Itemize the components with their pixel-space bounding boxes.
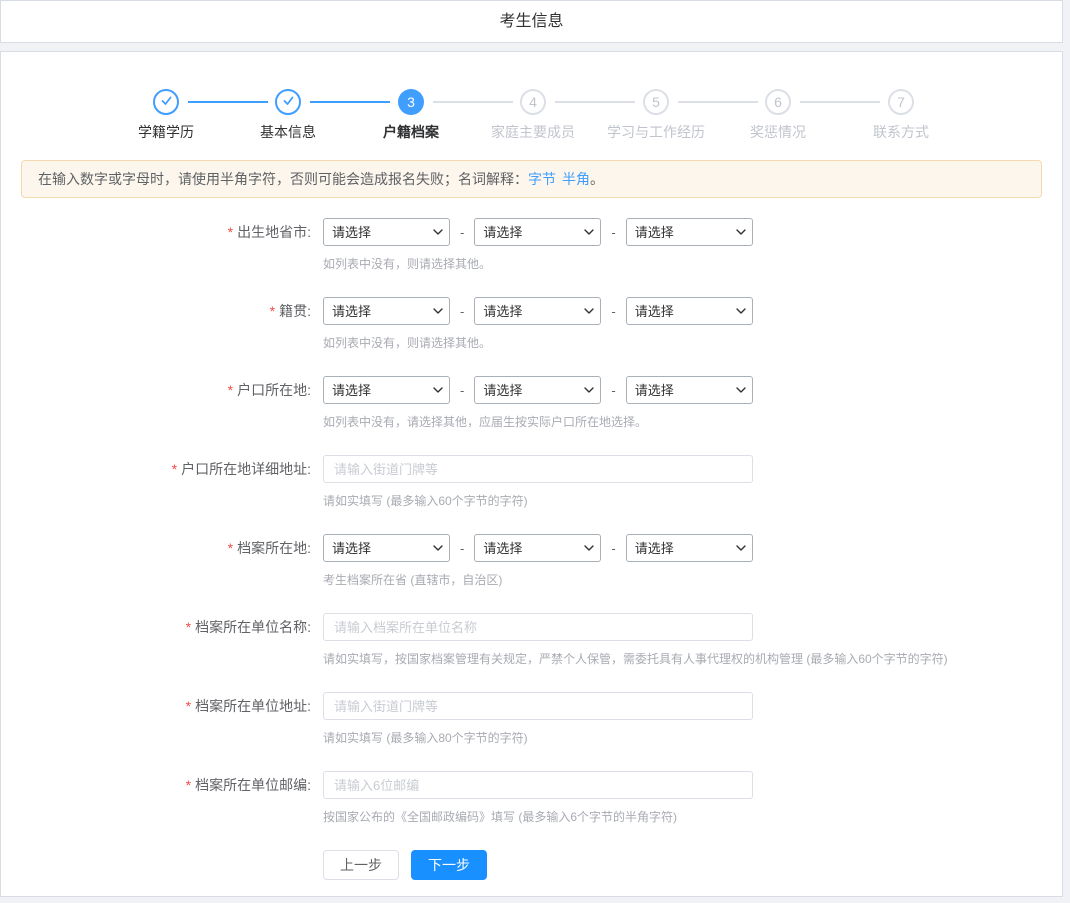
step-circle: 6 xyxy=(765,89,791,115)
separator: - xyxy=(611,541,615,556)
stepper-step-1: 学籍学历 xyxy=(104,89,228,142)
field-label: *档案所在单位地址: xyxy=(1,692,311,720)
page-header: 考生信息 xyxy=(0,0,1063,43)
separator: - xyxy=(611,304,615,319)
next-step-button[interactable]: 下一步 xyxy=(411,850,487,880)
separator: - xyxy=(460,225,464,240)
hukou-district-select[interactable]: 请选择 xyxy=(626,376,753,404)
form-row-hukou-location: *户口所在地: 请选择 - 请选择 - 请选择 如列表中没有，请选择其他，应届生… xyxy=(1,376,1062,431)
field-label: *籍贯: xyxy=(1,297,311,325)
separator: - xyxy=(460,383,464,398)
prev-step-button[interactable]: 上一步 xyxy=(323,850,399,880)
separator: - xyxy=(611,225,615,240)
form-panel: 学籍学历 基本信息 3 户籍档案 4 家庭主要成员 5 学习与工作经历 xyxy=(0,51,1063,897)
step-label: 学习与工作经历 xyxy=(594,122,718,142)
archive-province-select[interactable]: 请选择 xyxy=(323,534,450,562)
step-label: 学籍学历 xyxy=(104,122,228,142)
separator: - xyxy=(460,304,464,319)
separator: - xyxy=(611,383,615,398)
step-circle: 7 xyxy=(888,89,914,115)
field-hint: 如列表中没有，则请选择其他。 xyxy=(323,256,753,273)
field-label: *档案所在单位名称: xyxy=(1,613,311,641)
required-asterisk: * xyxy=(186,698,191,714)
form-row-native-place: *籍贯: 请选择 - 请选择 - 请选择 如列表中没有，则请选择其他。 xyxy=(1,297,1062,352)
form-actions: 上一步 下一步 xyxy=(1,850,1062,880)
field-hint: 考生档案所在省 (直辖市，自治区) xyxy=(323,572,753,589)
field-hint: 请如实填写，按国家档案管理有关规定，严禁个人保管，需委托具有人事代理权的机构管理… xyxy=(323,651,948,668)
step-connector xyxy=(800,101,880,103)
required-asterisk: * xyxy=(172,461,177,477)
step-connector xyxy=(555,101,635,103)
field-hint: 请如实填写 (最多输入60个字节的字符) xyxy=(323,493,753,510)
required-asterisk: * xyxy=(228,382,233,398)
stepper-step-7: 7 联系方式 xyxy=(839,89,963,142)
stepper-step-4: 4 家庭主要成员 xyxy=(471,89,595,142)
form-row-archive-location: *档案所在地: 请选择 - 请选择 - 请选择 考生档案所在省 (直辖市，自治区… xyxy=(1,534,1062,589)
hukou-city-select[interactable]: 请选择 xyxy=(474,376,601,404)
step-label: 奖惩情况 xyxy=(716,122,840,142)
form-row-archive-unit-name: *档案所在单位名称: 请如实填写，按国家档案管理有关规定，严禁个人保管，需委托具… xyxy=(1,613,1062,668)
archive-district-select[interactable]: 请选择 xyxy=(626,534,753,562)
check-icon xyxy=(160,94,173,110)
step-circle xyxy=(153,89,179,115)
native-place-district-select[interactable]: 请选择 xyxy=(626,297,753,325)
archive-unit-name-input[interactable] xyxy=(323,613,753,641)
field-label: *户口所在地: xyxy=(1,376,311,404)
archive-city-select[interactable]: 请选择 xyxy=(474,534,601,562)
step-circle: 3 xyxy=(398,89,424,115)
required-asterisk: * xyxy=(186,619,191,635)
page: 考生信息 学籍学历 基本信息 3 xyxy=(0,0,1070,903)
step-label: 联系方式 xyxy=(839,122,963,142)
birthplace-district-select[interactable]: 请选择 xyxy=(626,218,753,246)
stepper-step-5: 5 学习与工作经历 xyxy=(594,89,718,142)
field-hint: 请如实填写 (最多输入80个字节的字符) xyxy=(323,730,753,747)
field-hint: 如列表中没有，请选择其他，应届生按实际户口所在地选择。 xyxy=(323,414,753,431)
native-place-city-select[interactable]: 请选择 xyxy=(474,297,601,325)
birthplace-city-select[interactable]: 请选择 xyxy=(474,218,601,246)
step-connector xyxy=(188,101,268,103)
link-byte-definition[interactable]: 字节 xyxy=(528,171,556,187)
step-connector xyxy=(433,101,513,103)
stepper-step-6: 6 奖惩情况 xyxy=(716,89,840,142)
separator: - xyxy=(460,541,464,556)
stepper-step-2: 基本信息 xyxy=(226,89,350,142)
field-label: *户口所在地详细地址: xyxy=(1,455,311,483)
step-label: 户籍档案 xyxy=(349,122,473,142)
stepper-step-3-current: 3 户籍档案 xyxy=(349,89,473,142)
step-circle xyxy=(275,89,301,115)
step-circle: 5 xyxy=(643,89,669,115)
archive-postcode-input[interactable] xyxy=(323,771,753,799)
link-halfwidth-definition[interactable]: 半角 xyxy=(562,171,590,187)
birthplace-province-select[interactable]: 请选择 xyxy=(323,218,450,246)
step-connector xyxy=(310,101,390,103)
archive-unit-address-input[interactable] xyxy=(323,692,753,720)
required-asterisk: * xyxy=(228,224,233,240)
field-label: *档案所在地: xyxy=(1,534,311,562)
hukou-address-input[interactable] xyxy=(323,455,753,483)
stepper: 学籍学历 基本信息 3 户籍档案 4 家庭主要成员 5 学习与工作经历 xyxy=(1,52,1062,144)
page-title: 考生信息 xyxy=(1,1,1062,42)
required-asterisk: * xyxy=(270,303,275,319)
step-label: 基本信息 xyxy=(226,122,350,142)
notice-text: 在输入数字或字母时，请使用半角字符，否则可能会造成报名失败；名词解释： xyxy=(38,171,528,187)
notice-banner: 在输入数字或字母时，请使用半角字符，否则可能会造成报名失败；名词解释：字节半角。 xyxy=(21,160,1042,198)
notice-suffix: 。 xyxy=(590,171,604,187)
form-row-hukou-address: *户口所在地详细地址: 请如实填写 (最多输入60个字节的字符) xyxy=(1,455,1062,510)
candidate-form: *出生地省市: 请选择 - 请选择 - 请选择 如列表中没有，则请选择其他。 *… xyxy=(1,218,1062,880)
hukou-province-select[interactable]: 请选择 xyxy=(323,376,450,404)
step-circle: 4 xyxy=(520,89,546,115)
field-label: *出生地省市: xyxy=(1,218,311,246)
check-icon xyxy=(282,94,295,110)
form-row-archive-postcode: *档案所在单位邮编: 按国家公布的《全国邮政编码》填写 (最多输入6个字节的半角… xyxy=(1,771,1062,826)
required-asterisk: * xyxy=(228,540,233,556)
required-asterisk: * xyxy=(186,777,191,793)
form-row-archive-unit-address: *档案所在单位地址: 请如实填写 (最多输入80个字节的字符) xyxy=(1,692,1062,747)
step-connector xyxy=(678,101,758,103)
form-row-birthplace: *出生地省市: 请选择 - 请选择 - 请选择 如列表中没有，则请选择其他。 xyxy=(1,218,1062,273)
field-label: *档案所在单位邮编: xyxy=(1,771,311,799)
step-label: 家庭主要成员 xyxy=(471,122,595,142)
field-hint: 如列表中没有，则请选择其他。 xyxy=(323,335,753,352)
field-hint: 按国家公布的《全国邮政编码》填写 (最多输入6个字节的半角字符) xyxy=(323,809,753,826)
native-place-province-select[interactable]: 请选择 xyxy=(323,297,450,325)
